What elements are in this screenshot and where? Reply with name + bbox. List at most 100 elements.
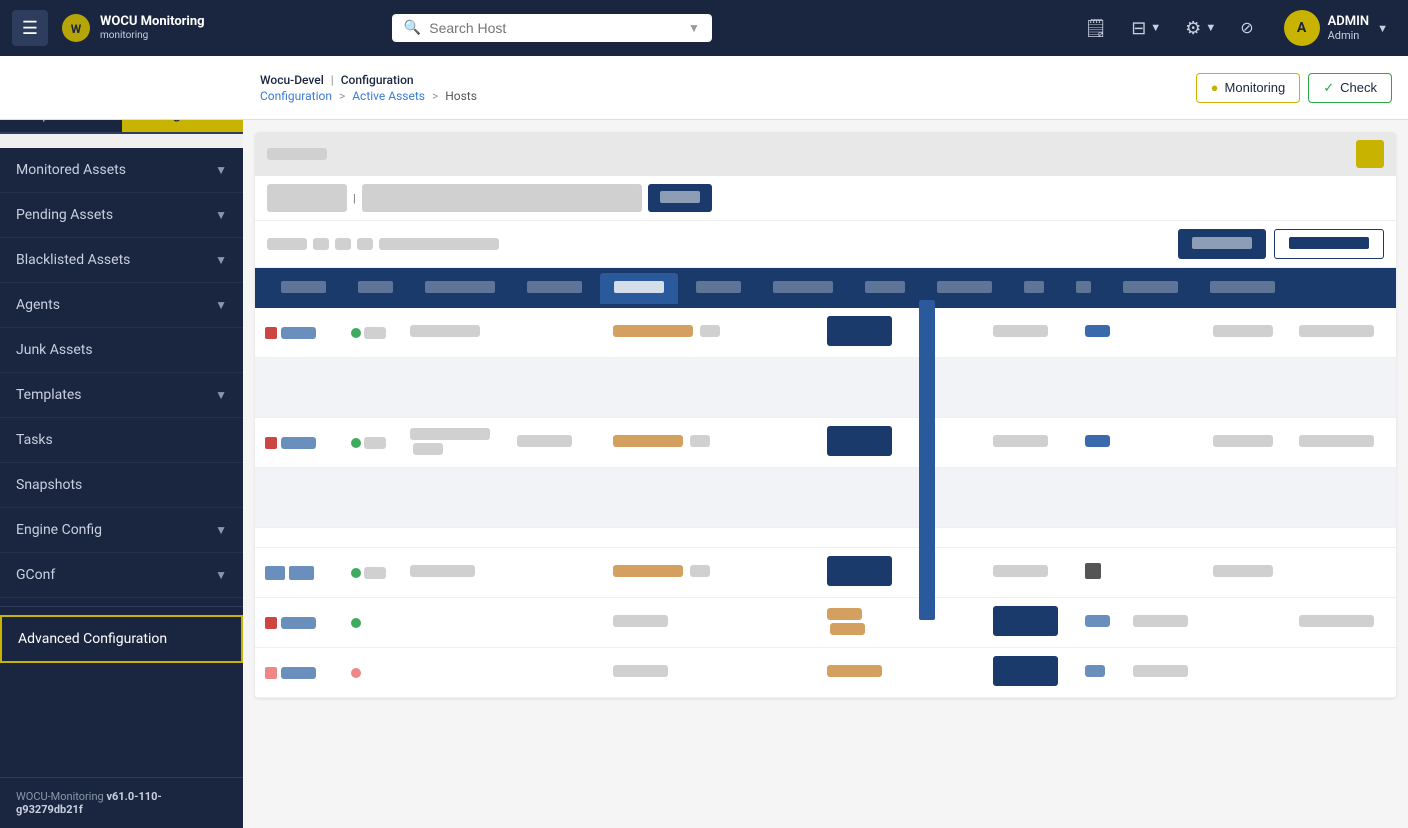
tabs-row [255,268,1396,308]
sidebar-item-label: Snapshots [16,477,82,493]
table-area: | [255,132,1396,698]
table-row [255,418,1396,468]
monitor-chevron-icon: ▼ [1150,22,1161,34]
search-input[interactable] [429,20,680,36]
sidebar-item-gconf[interactable]: GConf ▼ [0,553,243,598]
document-nav-button[interactable]: 🗒 [1074,12,1117,45]
sidebar-item-monitored-assets[interactable]: Monitored Assets ▼ [0,148,243,193]
table-row [255,548,1396,598]
sidebar-item-engine-config[interactable]: Engine Config ▼ [0,508,243,553]
tab-col5[interactable] [600,273,678,304]
expand-panel [919,540,935,620]
sidebar-item-label: Engine Config [16,522,102,538]
sidebar-menu: Monitored Assets ▼ Pending Assets ▼ Blac… [0,148,243,777]
slash-eye-icon: ⊘ [1240,18,1253,38]
tab-col9[interactable] [923,273,1006,304]
user-role: Admin [1328,29,1369,42]
tab-col7[interactable] [759,273,847,304]
tab-col4[interactable] [513,273,596,304]
logo-text: WOCU Monitoring monitoring [100,15,205,40]
tab-col1[interactable] [267,273,340,304]
search-container: 🔍 ▼ [392,14,712,42]
tab-col3[interactable] [411,273,509,304]
sidebar-divider [0,606,243,607]
chevron-down-icon: ▼ [215,163,227,177]
svg-text:W: W [71,22,82,36]
monitoring-button[interactable]: ● Monitoring [1196,73,1301,103]
monitor-icon: ⊟ [1131,18,1146,39]
table-row [255,598,1396,648]
sidebar-item-advanced-config[interactable]: Advanced Configuration [0,615,243,663]
sidebar-item-label: Tasks [16,432,53,448]
breadcrumb-site: Wocu-Devel [260,73,324,87]
breadcrumb-configuration-link[interactable]: Configuration [260,89,332,103]
tab-col8[interactable] [851,273,919,304]
gear-nav-button[interactable]: ⚙ ▼ [1175,12,1226,45]
table-row [255,528,1396,548]
sidebar-item-label: GConf [16,567,55,583]
breadcrumb-top: Wocu-Devel | Configuration [260,73,477,87]
sidebar-item-templates[interactable]: Templates ▼ [0,373,243,418]
filter-yellow-button[interactable] [1356,140,1384,168]
sidebar-item-label: Pending Assets [16,207,113,223]
hamburger-button[interactable]: ☰ [12,10,48,46]
user-chevron-icon: ▼ [1377,22,1388,35]
sidebar-item-pending-assets[interactable]: Pending Assets ▼ [0,193,243,238]
sidebar-item-blacklisted-assets[interactable]: Blacklisted Assets ▼ [0,238,243,283]
slash-eye-nav-button[interactable]: ⊘ [1230,12,1263,44]
search-filter-row: | [255,176,1396,221]
action-button-1[interactable] [1178,229,1266,259]
logo-wocu: WOCU Monitoring [100,15,205,29]
sidebar: Monitored Assets ▼ Pending Assets ▼ Blac… [0,148,243,828]
tab-col11[interactable] [1062,273,1105,304]
action-button-2[interactable] [1274,229,1384,259]
sidebar-item-snapshots[interactable]: Snapshots [0,463,243,508]
check-button[interactable]: ✓ Check [1308,73,1392,103]
search-chevron-icon: ▼ [688,21,700,35]
top-navigation: ☰ W WOCU Monitoring monitoring 🔍 ▼ 🗒 ⊟ ▼… [0,0,1408,56]
table-row [255,308,1396,358]
sidebar-footer: WOCU-Monitoring v61.0-110-g93279db21f [0,777,243,828]
table-row [255,468,1396,528]
sidebar-item-label: Blacklisted Assets [16,252,130,268]
chevron-down-icon: ▼ [215,568,227,582]
search-submit-button[interactable] [648,184,712,212]
breadcrumb-active-assets-link[interactable]: Active Assets [352,89,425,103]
logo-monitoring: monitoring [100,30,205,41]
tab-col13[interactable] [1196,273,1289,304]
chevron-down-icon: ▼ [215,523,227,537]
data-table [255,308,1396,698]
hamburger-icon: ☰ [22,18,38,39]
sidebar-item-label: Junk Assets [16,342,93,358]
chevron-down-icon: ▼ [215,208,227,222]
search-icon: 🔍 [404,20,421,36]
breadcrumb: Configuration > Active Assets > Hosts [260,89,477,103]
chevron-down-icon: ▼ [215,253,227,267]
check-dot-icon: ✓ [1323,80,1334,96]
table-row [255,358,1396,418]
sidebar-item-label: Templates [16,387,82,403]
table-row [255,648,1396,698]
nav-icons: 🗒 ⊟ ▼ ⚙ ▼ ⊘ [1074,12,1263,45]
sidebar-item-junk-assets[interactable]: Junk Assets [0,328,243,373]
logo: W WOCU Monitoring monitoring [60,12,205,44]
gear-chevron-icon: ▼ [1205,22,1216,34]
tab-col10[interactable] [1010,273,1058,304]
breadcrumb-bar: Wocu-Devel | Configuration Configuration… [0,56,1408,120]
sidebar-item-tasks[interactable]: Tasks [0,418,243,463]
tab-col12[interactable] [1109,273,1192,304]
filter-blurred-1 [267,148,327,160]
sidebar-item-agents[interactable]: Agents ▼ [0,283,243,328]
tab-col6[interactable] [682,273,755,304]
filter-input-2[interactable] [362,184,642,212]
monitor-nav-button[interactable]: ⊟ ▼ [1121,12,1171,45]
filter-input-1[interactable] [267,184,347,212]
user-info: ADMIN Admin [1328,14,1369,42]
monitoring-dot-icon: ● [1211,80,1219,95]
sidebar-item-label: Agents [16,297,60,313]
main-content: | [243,120,1408,828]
search-box[interactable]: 🔍 ▼ [392,14,712,42]
user-area[interactable]: A ADMIN Admin ▼ [1276,6,1396,50]
tab-col2[interactable] [344,273,407,304]
breadcrumb-hosts: Hosts [445,89,477,103]
